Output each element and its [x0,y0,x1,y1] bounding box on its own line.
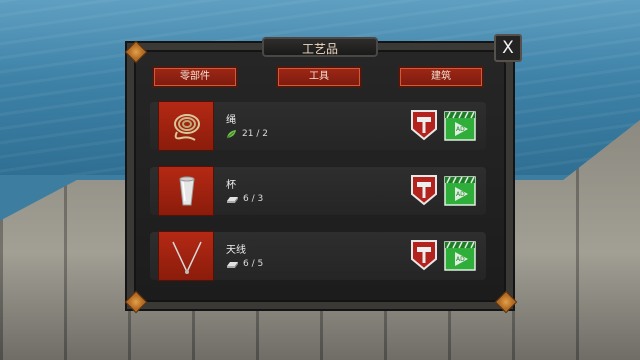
recipe-requirement: 6 / 3 [226,194,263,204]
recipe-requirement: 21 / 2 [226,129,268,139]
recipe-row-cup: 杯 6 / 3 AD [150,166,486,216]
craft-hammer-button[interactable] [410,239,438,271]
close-button[interactable]: X [494,34,522,62]
recipe-row-rope: 绳 21 / 2 AD [150,101,486,151]
rope-coil-icon [158,101,214,151]
requirement-count: 6 / 3 [243,194,264,204]
recipe-requirement: 6 / 5 [226,259,263,269]
ad-label: AD [456,191,465,198]
cup-icon [158,166,214,216]
craft-hammer-button[interactable] [410,109,438,141]
ad-label: AD [456,256,465,263]
recipe-name: 天线 [226,245,246,256]
tab-buildings[interactable]: 建筑 [398,66,484,88]
metal-ingot-icon [227,196,238,203]
recipe-name: 绳 [226,115,236,126]
watch-ad-button[interactable]: AD [444,241,476,271]
requirement-count: 21 / 2 [242,129,268,139]
leaf-icon [226,130,236,139]
panel-title: 工艺品 [262,37,378,57]
craft-hammer-button[interactable] [410,174,438,206]
ad-label: AD [456,126,465,133]
watch-ad-button[interactable]: AD [444,111,476,141]
recipe-name: 杯 [226,180,236,191]
tab-parts[interactable]: 零部件 [152,66,238,88]
watch-ad-button[interactable]: AD [444,176,476,206]
antenna-icon [158,231,214,281]
requirement-count: 6 / 5 [243,259,264,269]
tab-tools[interactable]: 工具 [276,66,362,88]
recipe-row-antenna: 天线 6 / 5 AD [150,231,486,281]
metal-ingot-icon [227,261,238,268]
